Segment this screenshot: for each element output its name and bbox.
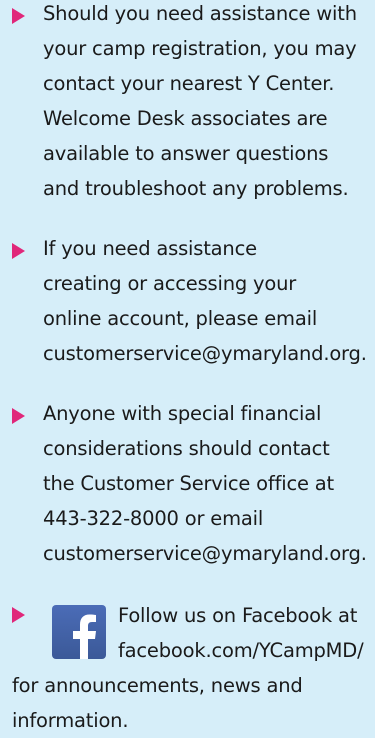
bullet-arrow-icon [12,243,25,259]
bullet-arrow-icon [12,408,25,424]
facebook-icon[interactable] [52,605,106,659]
bullet-arrow-icon [12,607,25,623]
item-text: If you need assistance creating or acces… [43,237,367,365]
facebook-follow-text: Follow us on Facebook at facebook.com/YC… [118,604,364,662]
item-text: Anyone with special financial considerat… [43,402,367,565]
item-text: Should you need assistance with your cam… [43,2,357,200]
bullet-arrow-icon [12,8,25,24]
facebook-tail-text: for announcements, news and information. [12,674,303,732]
help-info-panel: Should you need assistance with your cam… [0,0,375,732]
